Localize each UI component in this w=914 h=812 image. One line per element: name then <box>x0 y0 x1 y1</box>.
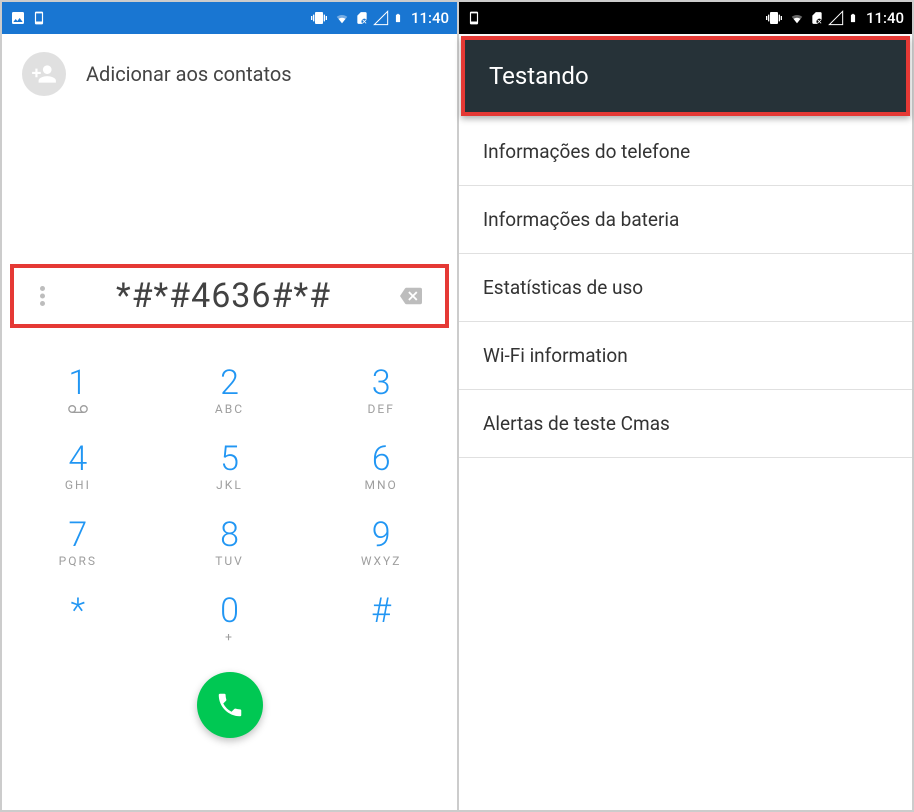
key-5[interactable]: 5 JKL <box>154 428 306 504</box>
key-star[interactable]: * <box>2 580 154 656</box>
menu-item-phone-info[interactable]: Informações do telefone <box>459 118 912 186</box>
signal-icon <box>373 10 389 26</box>
key-9[interactable]: 9 WXYZ <box>305 504 457 580</box>
phone-status-icon <box>32 9 46 27</box>
battery-icon <box>393 9 403 27</box>
dialed-number: *#*#4636#*# <box>116 276 331 316</box>
key-hash[interactable]: # <box>305 580 457 656</box>
image-icon <box>10 10 26 26</box>
battery-icon <box>848 9 858 27</box>
key-2[interactable]: 2 ABC <box>154 352 306 428</box>
sim-icon <box>355 10 369 26</box>
menu-item-cmas-alerts[interactable]: Alertas de teste Cmas <box>459 390 912 458</box>
backspace-button[interactable] <box>393 278 429 314</box>
menu-item-battery-info[interactable]: Informações da bateria <box>459 186 912 254</box>
add-contact-label: Adicionar aos contatos <box>86 62 292 86</box>
page-title: Testando <box>461 36 910 116</box>
call-button[interactable] <box>197 672 263 738</box>
more-icon[interactable] <box>30 284 54 308</box>
status-time: 11:40 <box>411 9 449 27</box>
signal-icon <box>828 10 844 26</box>
spacer <box>2 114 457 264</box>
dialed-number-bar: *#*#4636#*# <box>10 264 449 328</box>
key-1[interactable]: 1 <box>2 352 154 428</box>
wifi-icon <box>788 11 806 25</box>
status-time: 11:40 <box>866 9 904 27</box>
testing-screen: 11:40 Testando Informações do telefone I… <box>457 2 912 810</box>
key-0[interactable]: 0 + <box>154 580 306 656</box>
vibrate-icon <box>309 10 329 26</box>
wifi-icon <box>333 11 351 25</box>
dialer-keypad: 1 2 ABC 3 DEF 4 GHI 5 JKL 6 MNO 7 P <box>2 352 457 656</box>
voicemail-icon <box>68 402 88 416</box>
menu-item-usage-stats[interactable]: Estatísticas de uso <box>459 254 912 322</box>
key-4[interactable]: 4 GHI <box>2 428 154 504</box>
vibrate-icon <box>764 10 784 26</box>
dialer-screen: 11:40 Adicionar aos contatos *#*#4636#*#… <box>2 2 457 810</box>
call-button-row <box>2 656 457 758</box>
status-bar-left: 11:40 <box>2 2 457 34</box>
key-7[interactable]: 7 PQRS <box>2 504 154 580</box>
testing-menu: Informações do telefone Informações da b… <box>459 118 912 458</box>
key-3[interactable]: 3 DEF <box>305 352 457 428</box>
menu-item-wifi-info[interactable]: Wi-Fi information <box>459 322 912 390</box>
add-contact-row[interactable]: Adicionar aos contatos <box>2 34 457 114</box>
sim-icon <box>810 10 824 26</box>
key-6[interactable]: 6 MNO <box>305 428 457 504</box>
add-contact-icon <box>22 52 66 96</box>
key-8[interactable]: 8 TUV <box>154 504 306 580</box>
status-bar-right: 11:40 <box>459 2 912 34</box>
phone-status-icon <box>467 9 481 27</box>
